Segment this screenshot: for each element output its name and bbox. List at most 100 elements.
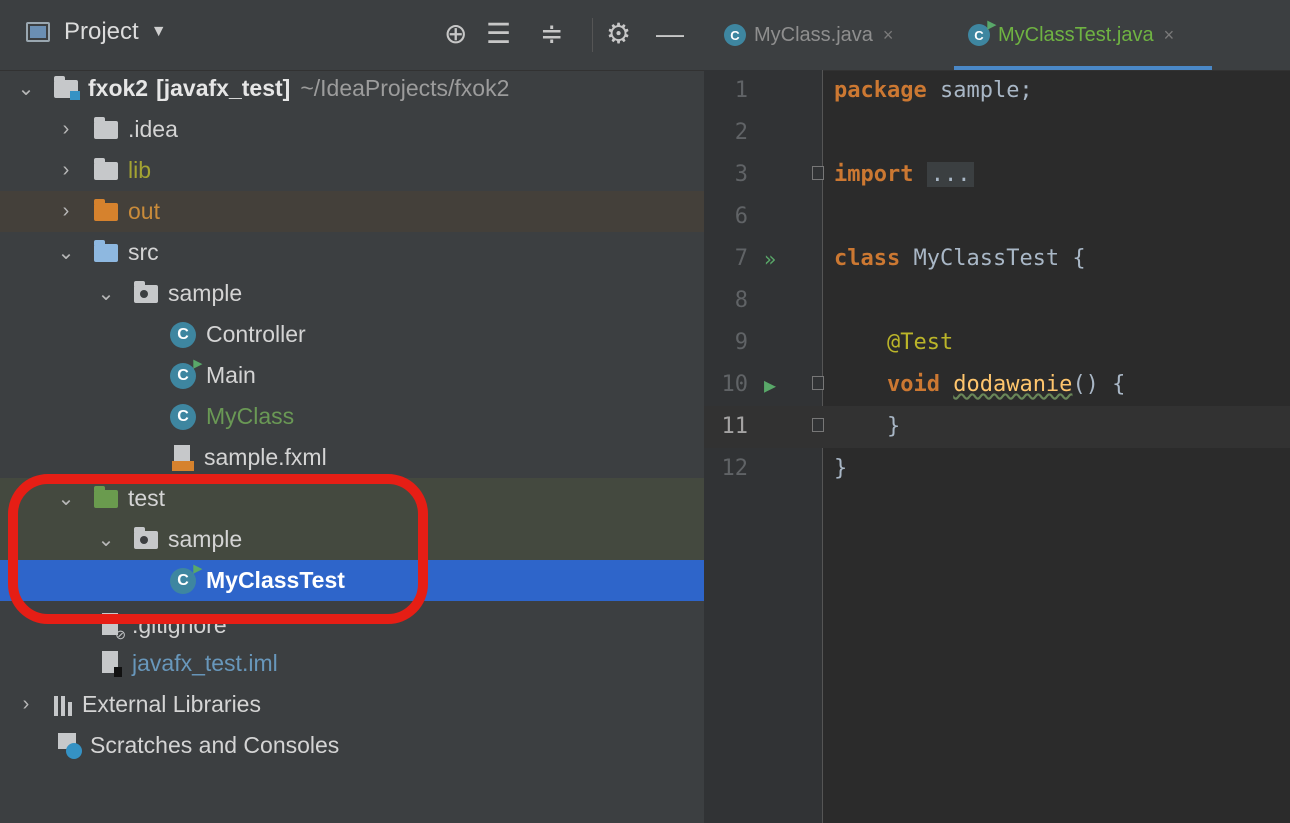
code-line[interactable]: 10 ▶ void dodawanie() { <box>704 364 1290 406</box>
caret-down-icon: ▼ <box>150 23 167 40</box>
chevron-down-icon[interactable]: ⌄ <box>96 281 116 306</box>
line-number: 12 <box>721 456 749 481</box>
project-title: Project <box>64 18 139 45</box>
code-line-current[interactable]: 11 } <box>704 406 1290 448</box>
root-name: fxok2 <box>88 75 149 101</box>
package-icon <box>134 280 158 303</box>
source-folder-icon <box>94 239 118 262</box>
code-line[interactable]: 7 » class MyClassTest { <box>704 238 1290 280</box>
libraries-icon <box>54 694 72 716</box>
code-text: } <box>886 414 901 439</box>
fold-collapse-icon[interactable] <box>812 376 824 390</box>
code-text: void dodawanie() { <box>886 372 1126 397</box>
code-line[interactable]: 3 import ... <box>704 154 1290 196</box>
line-number: 10 <box>721 372 749 397</box>
fold-end-icon[interactable] <box>812 418 824 432</box>
gear-icon[interactable]: ⚙ <box>606 18 631 50</box>
tree-label-myclass: MyClass <box>206 403 295 429</box>
tree-item-gitignore[interactable]: .gitignore <box>0 605 704 646</box>
chevron-right-icon[interactable]: › <box>56 159 76 182</box>
tree-item-lib[interactable]: › lib <box>0 150 704 191</box>
module-file-icon <box>100 650 122 677</box>
code-line[interactable]: 8 <box>704 280 1290 322</box>
code-line[interactable]: 9 @Test <box>704 322 1290 364</box>
ignored-file-icon <box>100 612 126 643</box>
editor-tab-bar: C MyClass.java × C MyClassTest.java × <box>704 0 1290 71</box>
tree-label-test-sample: sample <box>168 526 243 552</box>
tree-label-test: test <box>128 485 166 511</box>
chevron-right-icon[interactable]: › <box>56 118 76 141</box>
tab-label: MyClassTest.java <box>998 23 1154 46</box>
code-text: package sample; <box>834 78 1033 103</box>
project-toolbar: Project ▼ ⊕ ☰ ≑ ⚙ — <box>0 0 704 71</box>
tree-item-test[interactable]: ⌄ test <box>0 478 704 519</box>
line-number: 2 <box>734 120 748 145</box>
tree-item-iml[interactable]: javafx_test.iml <box>0 643 704 684</box>
test-folder-icon <box>94 485 118 508</box>
tree-label-external-libraries: External Libraries <box>82 691 261 717</box>
code-line[interactable]: 2 <box>704 112 1290 154</box>
tree-item-idea[interactable]: › .idea <box>0 109 704 150</box>
tab-myclass-java[interactable]: C MyClass.java × <box>724 0 893 70</box>
tree-label-main: Main <box>206 362 256 388</box>
code-line[interactable]: 1 package sample; <box>704 70 1290 112</box>
tree-label-gitignore: .gitignore <box>132 612 227 638</box>
tree-item-external-libraries[interactable]: › External Libraries <box>0 684 704 725</box>
code-text: class MyClassTest { <box>834 246 1086 271</box>
collapse-all-icon[interactable]: ≑ <box>540 18 563 50</box>
tree-item-src[interactable]: ⌄ src <box>0 232 704 273</box>
line-number: 6 <box>734 204 748 229</box>
chevron-down-icon[interactable]: ⌄ <box>16 76 36 101</box>
line-number: 9 <box>734 330 748 355</box>
run-test-icon[interactable]: ▶ <box>764 364 776 406</box>
test-class-icon: C <box>968 18 996 46</box>
folder-icon <box>94 116 118 139</box>
line-number: 1 <box>734 78 748 103</box>
close-icon[interactable]: × <box>883 25 894 46</box>
tab-myclasstest-java[interactable]: C MyClassTest.java × <box>954 0 1212 70</box>
expand-all-icon[interactable]: ☰ <box>486 18 511 50</box>
chevron-right-icon[interactable]: › <box>16 693 36 716</box>
runnable-class-icon: C <box>170 357 202 389</box>
fxml-file-icon <box>172 444 194 471</box>
chevron-down-icon[interactable]: ⌄ <box>56 486 76 511</box>
tree-item-src-sample[interactable]: ⌄ sample <box>0 273 704 314</box>
chevron-down-icon[interactable]: ⌄ <box>96 527 116 552</box>
close-icon[interactable]: × <box>1164 25 1175 46</box>
tree-item-out[interactable]: › out <box>0 191 704 232</box>
project-panel-icon <box>26 22 50 42</box>
line-number: 8 <box>734 288 748 313</box>
project-view-selector[interactable]: Project ▼ <box>26 18 167 46</box>
root-module: [javafx_test] <box>156 75 291 101</box>
locate-icon[interactable]: ⊕ <box>444 18 467 50</box>
code-line[interactable]: 6 <box>704 196 1290 238</box>
module-folder-icon <box>54 75 80 100</box>
tree-label-sample-fxml: sample.fxml <box>204 444 327 470</box>
tree-item-controller[interactable]: C Controller <box>0 314 704 355</box>
tree-item-test-sample[interactable]: ⌄ sample <box>0 519 704 560</box>
minimize-icon[interactable]: — <box>656 18 684 50</box>
tree-item-myclasstest[interactable]: C MyClassTest <box>0 560 704 601</box>
tree-item-root[interactable]: ⌄ fxok2 [javafx_test] ~/IdeaProjects/fxo… <box>0 68 704 109</box>
folded-imports: ... <box>926 162 975 187</box>
code-line[interactable]: 12 } <box>704 448 1290 490</box>
chevron-down-icon[interactable]: ⌄ <box>56 240 76 265</box>
class-icon: C <box>170 403 196 430</box>
class-icon: C <box>170 321 196 348</box>
test-class-icon: C <box>170 562 202 594</box>
tree-item-sample-fxml[interactable]: sample.fxml <box>0 437 704 478</box>
tree-label-lib: lib <box>128 157 152 183</box>
chevron-right-icon[interactable]: › <box>56 200 76 223</box>
run-all-tests-icon[interactable]: » <box>764 238 776 280</box>
tree-label-src: src <box>128 239 159 265</box>
project-tool-window: Project ▼ ⊕ ☰ ≑ ⚙ — ⌄ fxok2 [javafx_test… <box>0 0 704 823</box>
tree-label-controller: Controller <box>206 321 306 347</box>
fold-expand-icon[interactable] <box>812 166 824 180</box>
tree-item-myclass[interactable]: C MyClass <box>0 396 704 437</box>
root-path: ~/IdeaProjects/fxok2 <box>300 75 510 101</box>
tree-item-main[interactable]: C Main <box>0 355 704 396</box>
code-text: @Test <box>886 330 954 355</box>
tree-label-myclasstest: MyClassTest <box>206 567 345 593</box>
tab-label: MyClass.java <box>754 23 873 46</box>
tree-item-scratches[interactable]: Scratches and Consoles <box>0 725 704 766</box>
